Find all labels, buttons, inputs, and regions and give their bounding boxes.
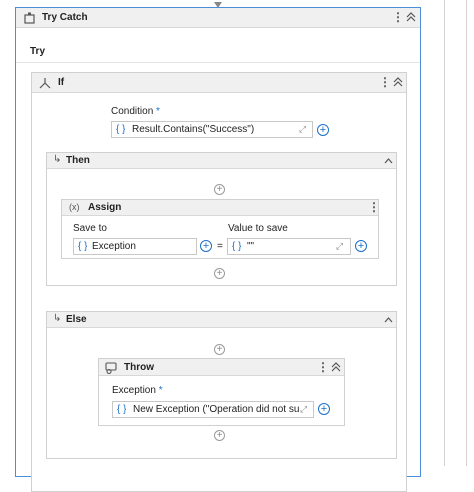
collapse-icon[interactable] (331, 361, 341, 376)
equals-sign: = (217, 241, 223, 252)
chevron-up-icon[interactable] (384, 156, 393, 167)
condition-plus-icon[interactable]: + (317, 124, 329, 136)
add-activity-plus-icon[interactable]: + (214, 268, 225, 279)
then-header[interactable]: ↳ Then (47, 153, 396, 169)
then-branch[interactable]: ↳ Then + (x) Assign ⋮ Save to Value to s… (46, 152, 397, 286)
expand-editor-icon[interactable]: ⤢ (299, 124, 306, 135)
assign-activity[interactable]: (x) Assign ⋮ Save to Value to save { } E… (61, 199, 380, 259)
scroll-track-line (444, 0, 445, 466)
exception-plus-icon[interactable]: + (318, 403, 330, 415)
add-activity-plus-icon[interactable]: + (214, 184, 225, 195)
condition-field[interactable]: { } Result.Contains("Success") ⤢ (111, 121, 313, 138)
add-activity-plus-icon[interactable]: + (214, 430, 225, 441)
expression-brace-icon: { } (117, 404, 127, 415)
branch-arrow-icon: ↳ (53, 154, 62, 165)
expression-brace-icon: { } (116, 124, 126, 135)
kebab-menu-icon[interactable]: ⋮ (368, 201, 380, 213)
if-activity[interactable]: If ⋮ Condition * { } Result.Contains("Su… (31, 72, 407, 492)
branch-arrow-icon: ↳ (53, 313, 62, 324)
try-catch-activity[interactable]: Try Catch ⋮ Try If ⋮ Condition * { } Res… (15, 7, 421, 492)
expand-editor-icon[interactable]: ⤢ (336, 241, 343, 252)
value-plus-icon[interactable]: + (355, 240, 367, 252)
else-title: Else (66, 314, 87, 325)
throw-activity[interactable]: Throw ⋮ Exception * { } New Exception ("… (98, 358, 345, 426)
assign-icon: (x) (69, 202, 80, 212)
chevron-up-icon[interactable] (384, 315, 393, 326)
then-title: Then (66, 155, 90, 166)
if-branch-icon (39, 77, 51, 92)
expression-brace-icon: { } (78, 241, 88, 252)
save-to-value[interactable]: Exception (92, 241, 136, 252)
save-to-plus-icon[interactable]: + (200, 240, 212, 252)
throw-header[interactable]: Throw ⋮ (99, 359, 344, 376)
expand-editor-icon[interactable]: ⤢ (300, 404, 307, 415)
add-activity-plus-icon[interactable]: + (214, 344, 225, 355)
save-to-label: Save to (73, 223, 107, 234)
save-to-field[interactable]: { } Exception (73, 238, 197, 255)
kebab-menu-icon[interactable]: ⋮ (392, 11, 404, 23)
expression-brace-icon: { } (232, 241, 242, 252)
kebab-menu-icon[interactable]: ⋮ (317, 361, 329, 373)
throw-icon (105, 362, 117, 377)
connector-arrow (214, 0, 222, 8)
condition-label: Condition * (111, 106, 160, 117)
exception-field[interactable]: { } New Exception ("Operation did not su… (112, 401, 314, 418)
value-to-save-field[interactable]: { } "" ⤢ (227, 238, 351, 255)
condition-value[interactable]: Result.Contains("Success") (132, 124, 254, 135)
try-catch-title: Try Catch (42, 12, 88, 23)
try-catch-header[interactable]: Try Catch ⋮ (16, 8, 420, 28)
else-branch[interactable]: ↳ Else + Throw ⋮ Exception * {} New Exc… (46, 311, 397, 459)
collapse-icon[interactable] (406, 11, 416, 26)
throw-title: Throw (124, 362, 154, 373)
try-body-line (16, 62, 420, 63)
scroll-track-line (466, 0, 467, 466)
if-title: If (58, 77, 65, 88)
try-section-label: Try (30, 46, 46, 57)
value-to-save-label: Value to save (228, 223, 288, 234)
else-header[interactable]: ↳ Else (47, 312, 396, 328)
assign-header[interactable]: (x) Assign ⋮ (62, 200, 380, 216)
exception-value[interactable]: New Exception ("Operation did not succe (133, 404, 299, 415)
if-header[interactable]: If ⋮ (32, 73, 406, 93)
assign-title: Assign (88, 202, 122, 213)
collapse-icon[interactable] (393, 76, 403, 91)
exception-label: Exception * (112, 385, 163, 396)
kebab-menu-icon[interactable]: ⋮ (379, 76, 391, 88)
try-catch-icon (24, 12, 35, 27)
value-to-save-value[interactable]: "" (247, 241, 254, 252)
